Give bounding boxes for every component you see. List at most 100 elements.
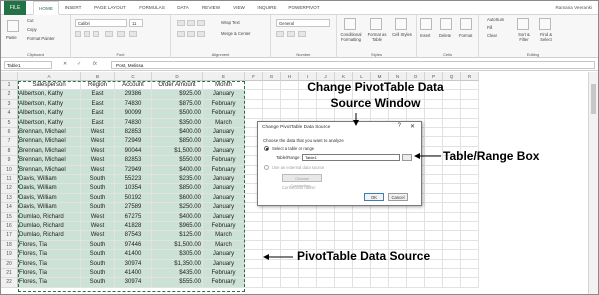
cancel-button[interactable]: Cancel: [388, 193, 408, 201]
row-header[interactable]: 3: [1, 99, 18, 110]
row-header[interactable]: 20: [1, 259, 18, 269]
empty-cell[interactable]: [443, 128, 461, 138]
fill-button[interactable]: Fill: [487, 25, 492, 30]
row-header[interactable]: 15: [1, 212, 18, 222]
column-header[interactable]: C: [115, 72, 152, 81]
empty-cell[interactable]: [263, 269, 281, 279]
cut-button[interactable]: Cut: [27, 18, 34, 23]
empty-cell[interactable]: [461, 250, 479, 260]
insert-cells-icon[interactable]: [420, 18, 432, 30]
user-name[interactable]: Ramana Veeranki: [555, 1, 592, 15]
empty-cell[interactable]: [425, 128, 443, 138]
empty-cell[interactable]: [245, 90, 263, 100]
delete-cells-button[interactable]: Delete: [439, 33, 451, 38]
empty-cell[interactable]: [389, 222, 407, 232]
empty-cell[interactable]: [389, 278, 407, 288]
empty-cell[interactable]: [461, 165, 479, 175]
empty-cell[interactable]: [461, 222, 479, 232]
row-header[interactable]: 17: [1, 231, 18, 241]
clear-button[interactable]: Clear: [487, 33, 497, 38]
empty-cell[interactable]: [245, 81, 263, 91]
tab-view[interactable]: VIEW: [229, 1, 249, 15]
empty-cell[interactable]: [371, 231, 389, 241]
column-header[interactable]: G: [263, 72, 281, 81]
row-header[interactable]: 9: [1, 156, 18, 166]
paste-button-label[interactable]: Paste: [6, 35, 17, 40]
column-header[interactable]: E: [203, 72, 245, 81]
format-cells-button[interactable]: Format: [459, 33, 472, 38]
empty-cell[interactable]: [281, 212, 299, 222]
scroll-thumb[interactable]: [591, 84, 596, 114]
tab-review[interactable]: REVIEW: [197, 1, 225, 15]
number-format-select[interactable]: General: [276, 19, 330, 27]
close-icon[interactable]: ✕: [410, 123, 415, 130]
empty-cell[interactable]: [299, 231, 317, 241]
format-as-table-icon[interactable]: [370, 18, 382, 30]
formula-input[interactable]: Post, Melissa: [111, 61, 595, 69]
empty-cell[interactable]: [407, 278, 425, 288]
empty-cell[interactable]: [317, 212, 335, 222]
format-painter-button[interactable]: Format Painter: [27, 36, 55, 41]
empty-cell[interactable]: [299, 269, 317, 279]
empty-cell[interactable]: [371, 212, 389, 222]
vertical-scrollbar[interactable]: [588, 72, 598, 294]
empty-cell[interactable]: [299, 222, 317, 232]
empty-cell[interactable]: [443, 118, 461, 128]
row-header[interactable]: 14: [1, 203, 18, 213]
row-header[interactable]: 12: [1, 184, 18, 194]
empty-cell[interactable]: [317, 269, 335, 279]
column-header[interactable]: B: [81, 72, 115, 81]
wrap-text-button[interactable]: Wrap Text: [221, 20, 240, 25]
currency-icon[interactable]: [276, 31, 284, 37]
empty-cell[interactable]: [443, 278, 461, 288]
empty-cell[interactable]: [263, 212, 281, 222]
row-header[interactable]: 5: [1, 118, 18, 128]
row-header[interactable]: 10: [1, 165, 18, 175]
find-select-button[interactable]: Find & Select: [536, 32, 556, 42]
empty-cell[interactable]: [335, 212, 353, 222]
empty-cell[interactable]: [353, 212, 371, 222]
empty-cell[interactable]: [407, 269, 425, 279]
align-center-icon[interactable]: [187, 31, 195, 37]
empty-cell[interactable]: [335, 231, 353, 241]
align-right-icon[interactable]: [197, 31, 205, 37]
empty-cell[interactable]: [461, 109, 479, 119]
empty-cell[interactable]: [281, 278, 299, 288]
tab-insert[interactable]: INSERT: [61, 1, 85, 15]
empty-cell[interactable]: [263, 240, 281, 251]
empty-cell[interactable]: [461, 184, 479, 194]
insert-function-icon[interactable]: fx: [93, 61, 97, 67]
empty-cell[interactable]: [425, 184, 443, 194]
empty-cell[interactable]: [389, 231, 407, 241]
empty-cell[interactable]: [425, 193, 443, 204]
empty-cell[interactable]: [245, 212, 263, 222]
empty-cell[interactable]: [317, 222, 335, 232]
percent-icon[interactable]: [287, 31, 295, 37]
row-header[interactable]: 7: [1, 137, 18, 147]
empty-cell[interactable]: [263, 222, 281, 232]
empty-cell[interactable]: [443, 175, 461, 185]
empty-cell[interactable]: [461, 128, 479, 138]
align-bottom-icon[interactable]: [197, 20, 205, 26]
align-left-icon[interactable]: [177, 31, 185, 37]
row-header[interactable]: 18: [1, 240, 18, 251]
font-name-select[interactable]: Calibri: [75, 19, 127, 27]
borders-icon[interactable]: [105, 31, 113, 37]
row-header[interactable]: 13: [1, 193, 18, 204]
paste-icon[interactable]: [7, 20, 19, 32]
find-select-icon[interactable]: [539, 18, 551, 30]
empty-cell[interactable]: [443, 250, 461, 260]
table-range-input[interactable]: Table1: [302, 154, 400, 161]
tab-page-layout[interactable]: PAGE LAYOUT: [89, 1, 131, 15]
empty-cell[interactable]: [461, 81, 479, 91]
tab-home[interactable]: HOME: [33, 1, 59, 15]
fill-color-icon[interactable]: [117, 31, 125, 37]
empty-cell[interactable]: [425, 278, 443, 288]
italic-icon[interactable]: [84, 31, 90, 37]
delete-cells-icon[interactable]: [440, 18, 452, 30]
empty-cell[interactable]: [443, 222, 461, 232]
empty-cell[interactable]: [281, 231, 299, 241]
cell-styles-icon[interactable]: [395, 18, 407, 30]
empty-cell[interactable]: [245, 278, 263, 288]
empty-cell[interactable]: [281, 222, 299, 232]
